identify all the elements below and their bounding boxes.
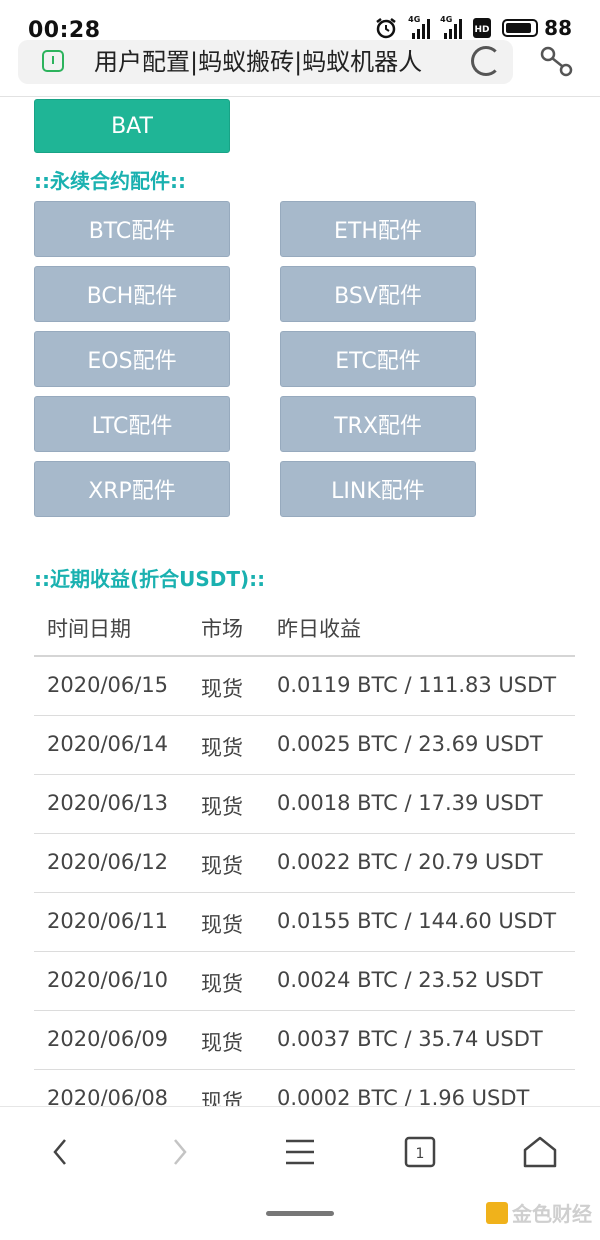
table-row: 2020/06/13 现货 0.0018 BTC / 17.39 USDT <box>34 775 575 834</box>
table-row: 2020/06/10 现货 0.0024 BTC / 23.52 USDT <box>34 952 575 1011</box>
tabs-button[interactable]: 1 <box>390 1127 450 1177</box>
table-row: 2020/06/08 现货 0.0002 BTC / 1.96 USDT <box>34 1070 575 1106</box>
btc-config-button[interactable]: BTC配件 <box>34 201 230 257</box>
row-market: 现货 <box>201 913 243 937</box>
back-button[interactable] <box>30 1127 90 1177</box>
eth-config-button[interactable]: ETH配件 <box>280 201 476 257</box>
row-date: 2020/06/09 <box>47 1027 169 1051</box>
contract-section-title: ::永续合约配件:: <box>34 169 186 193</box>
row-date: 2020/06/13 <box>47 791 169 815</box>
watermark-text: 金色财经 <box>512 1202 592 1226</box>
address-bar[interactable]: 用户配置|蚂蚁搬砖|蚂蚁机器人 <box>18 40 513 84</box>
row-earnings: 0.0022 BTC / 20.79 USDT <box>277 850 543 874</box>
row-earnings: 0.0037 BTC / 35.74 USDT <box>277 1027 543 1051</box>
xrp-config-button[interactable]: XRP配件 <box>34 461 230 517</box>
refresh-icon[interactable] <box>471 46 501 76</box>
network-type-label: 4G <box>408 15 421 24</box>
trx-config-button[interactable]: TRX配件 <box>280 396 476 452</box>
secure-lock-icon <box>42 50 64 72</box>
row-market: 现货 <box>201 972 243 996</box>
row-market: 现货 <box>201 677 243 701</box>
menu-button[interactable] <box>270 1127 330 1177</box>
hd-icon: HD <box>473 18 492 38</box>
row-date: 2020/06/10 <box>47 968 169 992</box>
row-market: 现货 <box>201 1090 243 1106</box>
bch-config-button[interactable]: BCH配件 <box>34 266 230 322</box>
watermark: 金色财经 <box>486 1198 592 1227</box>
table-row: 2020/06/09 现货 0.0037 BTC / 35.74 USDT <box>34 1011 575 1070</box>
link-config-button[interactable]: LINK配件 <box>280 461 476 517</box>
alarm-icon <box>376 18 396 39</box>
table-row: 2020/06/14 现货 0.0025 BTC / 23.69 USDT <box>34 716 575 775</box>
page-title-url[interactable]: 用户配置|蚂蚁搬砖|蚂蚁机器人 <box>94 42 422 77</box>
row-market: 现货 <box>201 854 243 878</box>
row-market: 现货 <box>201 736 243 760</box>
etc-config-button[interactable]: ETC配件 <box>280 331 476 387</box>
chevron-left-icon <box>53 1139 66 1165</box>
battery-indicator: 88 <box>502 16 572 40</box>
home-button[interactable] <box>510 1127 570 1177</box>
row-date: 2020/06/15 <box>47 673 169 697</box>
row-earnings: 0.0155 BTC / 144.60 USDT <box>277 909 557 933</box>
ltc-config-button[interactable]: LTC配件 <box>34 396 230 452</box>
signal-icon-2: 4G <box>440 15 463 39</box>
bat-config-button[interactable]: BAT <box>34 99 230 153</box>
row-market: 现货 <box>201 795 243 819</box>
row-earnings: 0.0025 BTC / 23.69 USDT <box>277 732 543 756</box>
gesture-home-indicator[interactable] <box>266 1211 334 1216</box>
battery-level: 88 <box>544 16 572 40</box>
home-icon <box>523 1136 557 1168</box>
row-date: 2020/06/11 <box>47 909 169 933</box>
row-earnings: 0.0002 BTC / 1.96 USDT <box>277 1086 530 1106</box>
earnings-section-title: ::近期收益(折合USDT):: <box>34 567 266 591</box>
forward-button[interactable] <box>150 1127 210 1177</box>
signal-icon: 4G <box>408 15 431 39</box>
menu-icon <box>286 1139 314 1165</box>
chevron-right-icon <box>174 1139 187 1165</box>
status-icons: 4G 4G HD 88 <box>374 15 572 40</box>
header-earnings: 昨日收益 <box>277 617 361 641</box>
share-icon[interactable] <box>538 44 574 80</box>
network-type-label-2: 4G <box>440 15 453 24</box>
header-market: 市场 <box>201 617 243 641</box>
table-header-row: 时间日期 市场 昨日收益 <box>34 597 575 657</box>
row-earnings: 0.0119 BTC / 111.83 USDT <box>277 673 557 697</box>
watermark-logo-icon <box>486 1201 508 1224</box>
row-date: 2020/06/12 <box>47 850 169 874</box>
header-date: 时间日期 <box>47 617 131 641</box>
page-content: BAT ::永续合约配件:: BTC配件 ETH配件 BCH配件 BSV配件 E… <box>0 96 600 1106</box>
row-date: 2020/06/14 <box>47 732 169 756</box>
tabs-icon: 1 <box>404 1136 436 1168</box>
row-date: 2020/06/08 <box>47 1086 169 1106</box>
row-earnings: 0.0024 BTC / 23.52 USDT <box>277 968 543 992</box>
row-earnings: 0.0018 BTC / 17.39 USDT <box>277 791 543 815</box>
tab-count: 1 <box>416 1146 425 1162</box>
earnings-table: 时间日期 市场 昨日收益 2020/06/15 现货 0.0119 BTC / … <box>34 597 575 1106</box>
battery-icon <box>502 19 539 37</box>
hd-label: HD <box>475 25 490 35</box>
bsv-config-button[interactable]: BSV配件 <box>280 266 476 322</box>
table-row: 2020/06/12 现货 0.0022 BTC / 20.79 USDT <box>34 834 575 893</box>
row-market: 现货 <box>201 1031 243 1055</box>
table-row: 2020/06/15 现货 0.0119 BTC / 111.83 USDT <box>34 657 575 716</box>
table-row: 2020/06/11 现货 0.0155 BTC / 144.60 USDT <box>34 893 575 952</box>
eos-config-button[interactable]: EOS配件 <box>34 331 230 387</box>
